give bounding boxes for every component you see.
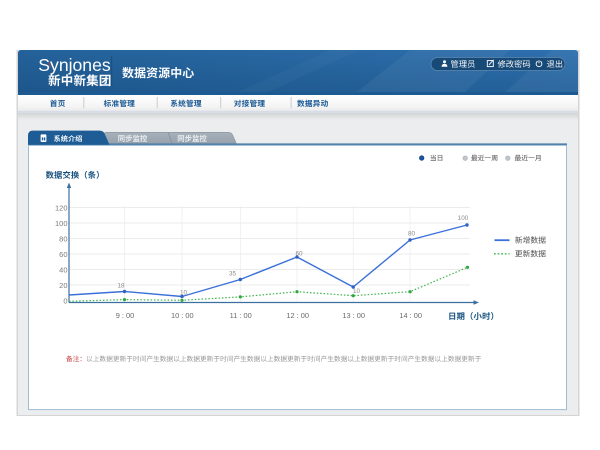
svg-text:10 : 00: 10 : 00: [171, 311, 194, 320]
svg-text:Synjones: Synjones: [38, 55, 111, 75]
svg-text:120: 120: [55, 203, 68, 212]
svg-text:10: 10: [180, 289, 188, 296]
svg-text:80: 80: [408, 231, 416, 238]
svg-text:10: 10: [353, 288, 361, 295]
svg-text:14 : 00: 14 : 00: [399, 311, 422, 320]
svg-text:9 : 00: 9 : 00: [116, 311, 135, 320]
svg-text:100: 100: [458, 215, 469, 222]
svg-text:60: 60: [295, 251, 303, 258]
svg-text:35: 35: [229, 271, 237, 278]
svg-text:40: 40: [59, 265, 67, 274]
svg-text:12 : 00: 12 : 00: [286, 311, 309, 320]
svg-text:20: 20: [59, 281, 67, 290]
svg-text:11 : 00: 11 : 00: [230, 311, 252, 320]
svg-text:0: 0: [63, 296, 67, 305]
svg-text:80: 80: [59, 234, 67, 243]
svg-text:18: 18: [117, 283, 125, 290]
svg-text:60: 60: [59, 250, 67, 259]
svg-text:13 : 00: 13 : 00: [342, 311, 365, 320]
svg-text:100: 100: [55, 219, 68, 228]
